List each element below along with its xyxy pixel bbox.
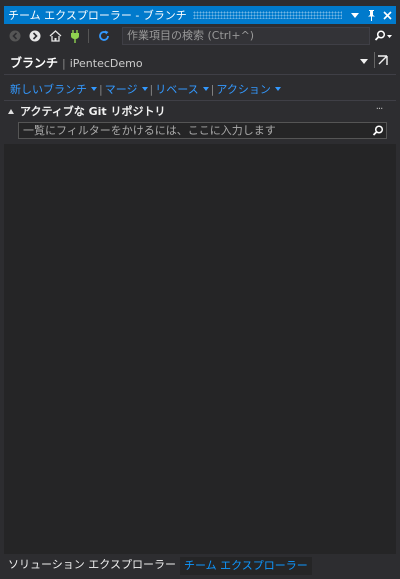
header-separator: | [62, 57, 66, 70]
bottom-tabs: ソリューション エクスプローラー チーム エクスプローラー [0, 557, 400, 579]
content-area [4, 144, 396, 554]
page-dropdown-icon[interactable] [358, 54, 370, 68]
actions-divider [4, 100, 396, 101]
action-separator: | [149, 82, 154, 96]
more-options-icon[interactable]: ··· [372, 104, 386, 115]
chevron-down-icon [274, 87, 281, 91]
chevron-down-icon [91, 87, 97, 91]
undock-icon[interactable] [374, 52, 390, 68]
section-header[interactable]: アクティブな Git リポジトリ [8, 104, 388, 118]
new-branch-link[interactable]: 新しいブランチ [10, 81, 97, 97]
search-icon[interactable] [370, 123, 386, 138]
action-bar: 新しいブランチ | マージ | リベース | アクション [10, 82, 281, 96]
tab-solution-explorer[interactable]: ソリューション エクスプローラー [4, 557, 180, 575]
refresh-icon[interactable] [95, 27, 113, 45]
forward-icon[interactable] [26, 27, 44, 45]
title-bar: チーム エクスプローラー - ブランチ [4, 6, 396, 24]
window-title: チーム エクスプローラー - ブランチ [8, 9, 187, 22]
action-separator: | [99, 82, 103, 96]
toolbar-separator [88, 29, 89, 43]
back-icon[interactable] [6, 27, 24, 45]
window-menu-dropdown-icon[interactable] [348, 7, 362, 23]
section-title: アクティブな Git リポジトリ [20, 105, 166, 118]
connect-icon[interactable] [66, 27, 84, 45]
page-header: ブランチ | iPentecDemo [10, 54, 390, 70]
pin-icon[interactable] [364, 7, 378, 23]
merge-link[interactable]: マージ [105, 81, 148, 97]
search-input[interactable]: 作業項目の検索 (Ctrl+^) [122, 27, 370, 45]
title-grip[interactable] [192, 11, 342, 19]
tab-team-explorer[interactable]: チーム エクスプローラー [179, 557, 312, 575]
close-icon[interactable] [380, 7, 394, 23]
rebase-link[interactable]: リベース [155, 81, 209, 97]
search-icon[interactable] [370, 27, 396, 45]
toolbar: 作業項目の検索 (Ctrl+^) [4, 26, 396, 46]
home-icon[interactable] [46, 27, 64, 45]
repository-name: iPentecDemo [69, 57, 143, 70]
header-divider [4, 74, 396, 75]
page-title: ブランチ [10, 56, 59, 70]
expand-triangle-icon[interactable] [8, 108, 14, 114]
chevron-down-icon [202, 87, 209, 91]
action-separator: | [210, 82, 215, 96]
actions-link[interactable]: アクション [216, 81, 281, 97]
chevron-down-icon [141, 87, 148, 91]
filter-input[interactable]: 一覧にフィルターをかけるには、ここに入力します [18, 122, 387, 139]
